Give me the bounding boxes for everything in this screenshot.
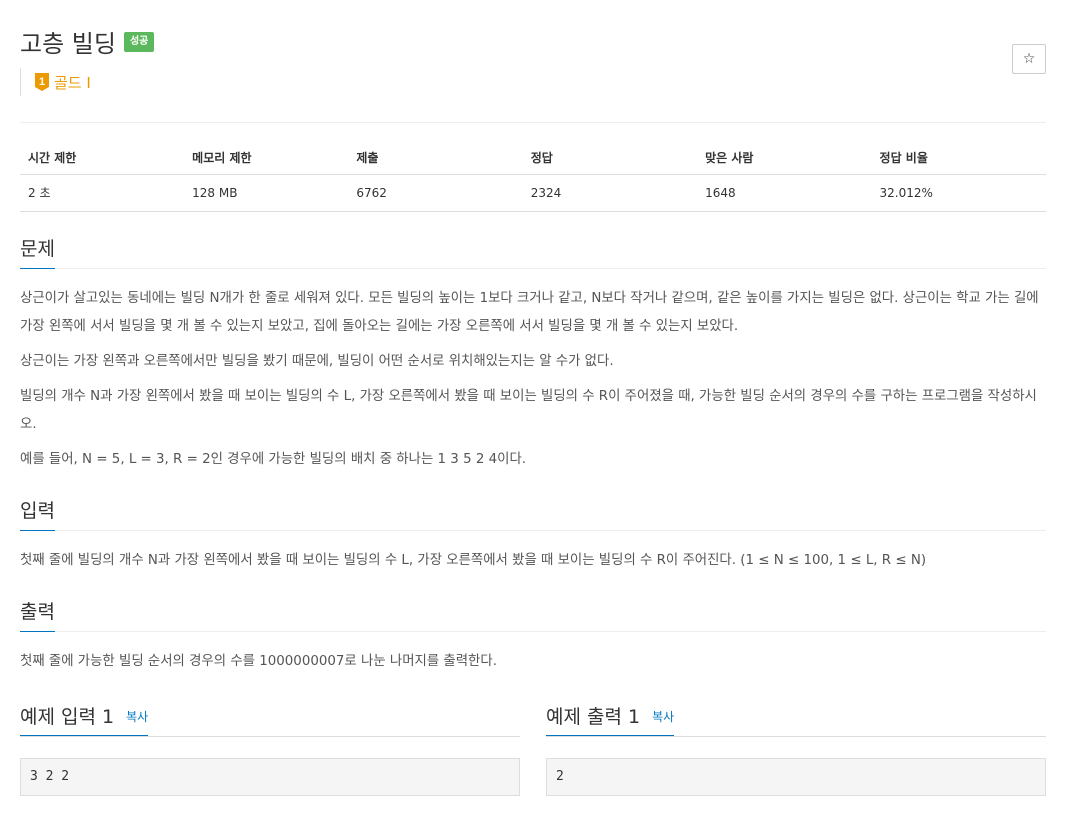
section-header: 출력 — [20, 597, 1046, 632]
tier-label[interactable]: 골드 I — [54, 72, 91, 93]
star-button[interactable]: ☆ — [1012, 44, 1046, 74]
description-paragraph: 예를 들어, N = 5, L = 3, R = 2인 경우에 가능한 빌딩의 … — [20, 452, 527, 467]
value-solvers: 1648 — [697, 174, 872, 212]
output-paragraph: 첫째 줄에 가능한 빌딩 순서의 경우의 수를 1000000007로 나눈 나… — [20, 654, 497, 669]
description-paragraph: 상근이는 가장 왼쪽과 오른쪽에서만 빌딩을 봤기 때문에, 빌딩이 어떤 순서… — [20, 354, 614, 369]
title-row: 고층 빌딩 성공 — [20, 22, 1046, 60]
value-time-limit: 2 초 — [20, 174, 185, 212]
sample-output: 예제 출력 1 복사 2 — [546, 702, 1046, 796]
description-title: 문제 — [20, 234, 55, 269]
header-accepted: 정답 — [522, 139, 698, 175]
tier-row: 1 골드 I — [20, 68, 1046, 96]
copy-sample-input-button[interactable]: 복사 — [126, 710, 148, 724]
sample-input-header: 예제 입력 1 복사 — [20, 702, 520, 737]
problem-info-table: 시간 제한 메모리 제한 제출 정답 맞은 사람 정답 비율 2 초 128 M… — [20, 139, 1046, 212]
sample-input-title: 예제 입력 1 — [20, 706, 115, 728]
svg-text:1: 1 — [39, 76, 45, 88]
input-section: 입력 첫째 줄에 빌딩의 개수 N과 가장 왼쪽에서 봤을 때 보이는 빌딩의 … — [20, 496, 1046, 575]
copy-sample-output-button[interactable]: 복사 — [652, 710, 674, 724]
section-header: 문제 — [20, 234, 1046, 269]
value-accept-rate: 32.012% — [871, 174, 1046, 212]
tier-gold-icon[interactable]: 1 — [35, 73, 49, 91]
description-section: 문제 상근이가 살고있는 동네에는 빌딩 N개가 한 줄로 세워져 있다. 모든… — [20, 234, 1046, 474]
sample-output-title: 예제 출력 1 — [546, 706, 641, 728]
status-badge: 성공 — [123, 32, 155, 52]
info-header-row: 시간 제한 메모리 제한 제출 정답 맞은 사람 정답 비율 — [20, 139, 1046, 175]
header-accept-rate: 정답 비율 — [871, 139, 1046, 175]
value-memory-limit: 128 MB — [184, 174, 349, 212]
header-submissions: 제출 — [348, 139, 523, 175]
sample-output-title-wrap: 예제 출력 1 복사 — [546, 702, 675, 736]
divider — [20, 122, 1046, 123]
header-solvers: 맞은 사람 — [697, 139, 872, 175]
output-title: 출력 — [20, 597, 55, 632]
value-accepted: 2324 — [522, 174, 698, 212]
problem-title: 고층 빌딩 — [20, 29, 116, 58]
header-time-limit: 시간 제한 — [20, 139, 185, 175]
star-icon: ☆ — [1022, 51, 1036, 67]
sample-output-content: 2 — [546, 758, 1046, 796]
sample-output-header: 예제 출력 1 복사 — [546, 702, 1046, 737]
samples-row: 예제 입력 1 복사 3 2 2 예제 출력 1 복사 2 — [20, 702, 1046, 796]
description-paragraph: 빌딩의 개수 N과 가장 왼쪽에서 봤을 때 보이는 빌딩의 수 L, 가장 오… — [20, 389, 1037, 432]
sample-input-content: 3 2 2 — [20, 758, 520, 796]
header-memory-limit: 메모리 제한 — [184, 139, 349, 175]
input-paragraph: 첫째 줄에 빌딩의 개수 N과 가장 왼쪽에서 봤을 때 보이는 빌딩의 수 L… — [20, 553, 927, 568]
input-title: 입력 — [20, 496, 55, 531]
value-submissions: 6762 — [348, 174, 523, 212]
info-value-row: 2 초 128 MB 6762 2324 1648 32.012% — [20, 174, 1046, 212]
sample-input-title-wrap: 예제 입력 1 복사 — [20, 702, 149, 736]
section-header: 입력 — [20, 496, 1046, 531]
output-section: 출력 첫째 줄에 가능한 빌딩 순서의 경우의 수를 1000000007로 나… — [20, 597, 1046, 676]
problem-page: 고층 빌딩 성공 ☆ 1 골드 I 시간 제한 메모리 제한 제출 정답 맞은 … — [20, 22, 1046, 796]
sample-input: 예제 입력 1 복사 3 2 2 — [20, 702, 520, 796]
description-paragraph: 상근이가 살고있는 동네에는 빌딩 N개가 한 줄로 세워져 있다. 모든 빌딩… — [20, 291, 1039, 334]
